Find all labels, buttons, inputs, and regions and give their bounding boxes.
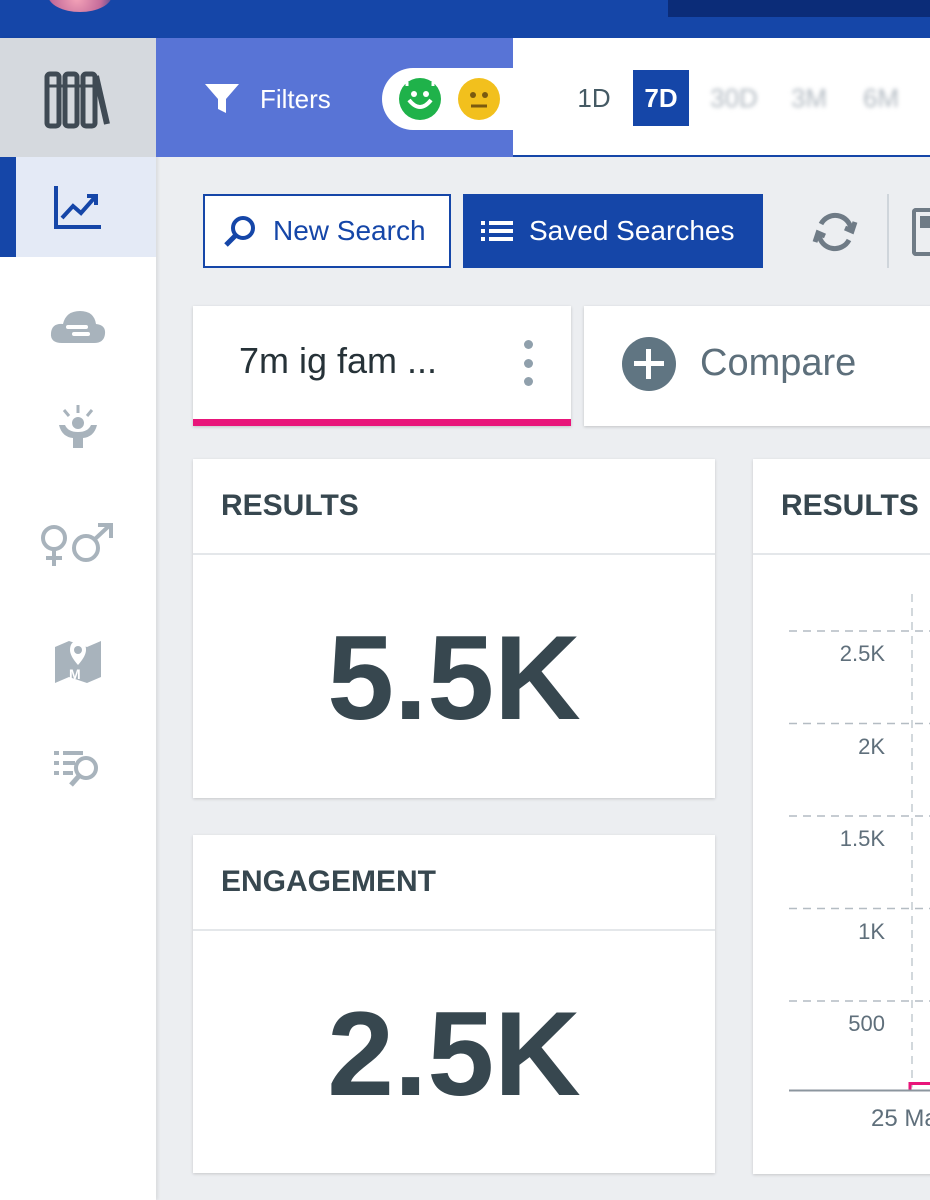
- filter-funnel-icon: [205, 84, 239, 113]
- new-search-label: New Search: [273, 215, 426, 246]
- top-bar-dark-strip: [668, 0, 930, 17]
- sidebar-item-trends[interactable]: [0, 157, 156, 257]
- results-chart: [789, 594, 930, 1092]
- compare-label: Compare: [700, 342, 857, 384]
- period-7d[interactable]: 7D: [633, 70, 689, 126]
- positive-sentiment-icon[interactable]: [399, 78, 441, 120]
- saved-searches-button[interactable]: Saved Searches: [463, 194, 763, 268]
- sidebar-item-map[interactable]: M: [0, 610, 156, 710]
- save-icon[interactable]: [912, 208, 930, 256]
- card-divider: [193, 929, 715, 931]
- refresh-icon: [812, 212, 858, 252]
- list-search-icon: [54, 751, 98, 787]
- chart-y-tick-label: 1K: [858, 918, 885, 944]
- chart-y-tick-label: 2.5K: [839, 641, 885, 666]
- chart-series-line: [908, 1082, 930, 1090]
- sidebar-item-demographics[interactable]: [0, 495, 156, 595]
- chart-y-tick-label: 2K: [858, 733, 885, 759]
- results-chart-card: RESULTS 2.5K2K1.5K1K500 25 Ma: [753, 459, 930, 1174]
- map-pin-icon: M: [55, 641, 101, 683]
- period-1d[interactable]: 1D: [569, 70, 619, 126]
- chart-x-tick-label: 25 Ma: [871, 1105, 930, 1132]
- influencer-icon: [59, 405, 97, 448]
- brand-logo[interactable]: [48, 0, 112, 12]
- list-icon: [481, 219, 513, 243]
- trend-chart-icon: [54, 186, 101, 229]
- engagement-card: ENGAGEMENT 2.5K: [193, 835, 715, 1173]
- results-value: 5.5K: [327, 611, 581, 745]
- cloud-icon: [50, 311, 106, 343]
- sidebar-item-library[interactable]: [0, 38, 156, 157]
- more-options-icon[interactable]: [523, 340, 533, 386]
- sidebar-item-topics[interactable]: [0, 277, 156, 377]
- toolbar-divider: [887, 194, 889, 268]
- library-icon: [44, 71, 110, 128]
- card-title: ENGAGEMENT: [221, 865, 437, 898]
- top-bar: [0, 0, 930, 38]
- tab-search-active[interactable]: 7m ig fam ...: [193, 306, 571, 426]
- active-tab-indicator: [193, 419, 571, 426]
- add-circle-icon: [622, 337, 676, 391]
- gender-icon: [41, 523, 113, 566]
- svg-text:M: M: [69, 666, 81, 682]
- period-6m[interactable]: 6M: [855, 70, 907, 126]
- new-search-button[interactable]: New Search: [203, 194, 451, 268]
- filters-label: Filters: [260, 84, 331, 114]
- engagement-value: 2.5K: [327, 987, 581, 1121]
- sidebar-item-influencers[interactable]: [0, 377, 156, 477]
- neutral-sentiment-icon[interactable]: [458, 78, 500, 120]
- refresh-button[interactable]: [808, 206, 862, 258]
- compare-button[interactable]: Compare: [584, 306, 930, 426]
- period-3m[interactable]: 3M: [783, 70, 835, 126]
- card-divider: [193, 553, 715, 555]
- chart-y-tick-label: 500: [848, 1011, 885, 1036]
- chart-y-tick-label: 1.5K: [839, 826, 885, 851]
- sidebar-item-search-list[interactable]: [0, 718, 156, 818]
- results-card: RESULTS 5.5K: [193, 459, 715, 798]
- filters-bar[interactable]: Filters: [156, 38, 542, 157]
- search-icon: [223, 214, 257, 248]
- search-tab-label: 7m ig fam ...: [239, 340, 438, 381]
- card-title: RESULTS: [221, 489, 359, 522]
- period-30d[interactable]: 30D: [703, 70, 765, 126]
- period-selector: 1D 7D 30D 3M 6M: [513, 38, 930, 157]
- saved-searches-label: Saved Searches: [529, 215, 735, 246]
- sidebar: M: [0, 38, 156, 1200]
